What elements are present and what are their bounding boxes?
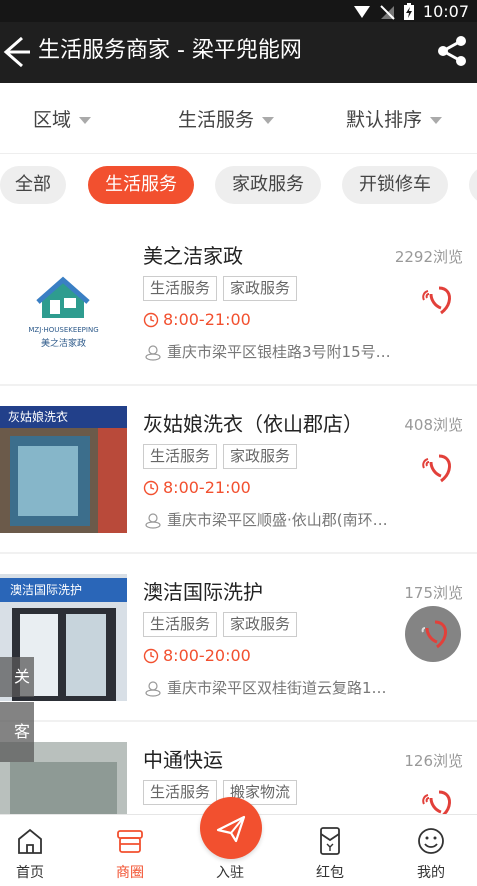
address-text: 重庆市梁平区银桂路3号附15号… (167, 343, 391, 361)
merchant-name: 灰姑娘洗衣（依山郡店） (143, 412, 363, 436)
home-icon (18, 828, 42, 854)
address-text: 重庆市梁平区顺盛·依山郡(南环… (167, 511, 388, 529)
battery-icon (403, 2, 414, 20)
business-hours: 8:00-21:00 (143, 478, 251, 497)
view-count: 408浏览 (404, 416, 463, 434)
tag: 生活服务 (143, 612, 218, 637)
clock-icon (143, 480, 159, 495)
clock-icon (143, 648, 159, 663)
hours-text: 8:00-21:00 (163, 478, 251, 497)
filter-category-label: 生活服务 (178, 109, 255, 131)
merchant-logo: MZJ·HOUSEKEEPING 美之洁家政 (0, 238, 127, 365)
location-icon (145, 512, 161, 529)
shop-sign: 灰姑娘洗衣 (0, 406, 127, 428)
view-count: 175浏览 (404, 584, 463, 602)
send-icon (216, 815, 246, 843)
filter-sort[interactable]: 默认排序 (346, 105, 443, 132)
filter-category[interactable]: 生活服务 (178, 105, 275, 132)
merchant-photo: 灰姑娘洗衣 (0, 406, 127, 533)
tag: 生活服务 (143, 276, 218, 301)
wifi-icon (353, 5, 370, 18)
chip-more[interactable] (469, 166, 477, 204)
chip-life-service[interactable]: 生活服务 (88, 166, 194, 204)
list-item[interactable]: 灰姑娘洗衣 灰姑娘洗衣（依山郡店） 408浏览 生活服务 家政服务 8:00-2… (0, 386, 477, 554)
business-hours: 8:00-21:00 (143, 310, 251, 329)
caret-down-icon (262, 116, 275, 124)
store-icon (117, 830, 143, 853)
business-hours: 8:00-20:00 (143, 646, 251, 665)
merchant-name: 美之洁家政 (143, 244, 243, 268)
tag: 家政服务 (223, 612, 298, 637)
tag: 家政服务 (223, 276, 298, 301)
shop-sign: 澳洁国际洗护 (0, 578, 127, 602)
tab-red-packet[interactable]: 红包 (290, 815, 370, 886)
merchant-name: 澳洁国际洗护 (143, 580, 263, 604)
clock-icon (143, 312, 159, 327)
caret-down-icon (79, 116, 92, 124)
tag: 生活服务 (143, 444, 218, 469)
smile-icon (418, 828, 444, 854)
address: 重庆市梁平区双桂街道云复路1… (145, 677, 435, 698)
filter-area-label: 区域 (33, 109, 72, 131)
follow-button[interactable]: 关注 (0, 657, 34, 697)
caret-down-icon (430, 116, 443, 124)
tab-mine[interactable]: 我的 (391, 815, 471, 886)
tab-business-label: 商圈 (116, 865, 144, 881)
page-title: 生活服务商家 - 梁平兜能网 (38, 38, 302, 63)
phone-call-icon[interactable] (421, 280, 455, 320)
merchant-name: 中通快运 (143, 748, 223, 772)
chip-locksmith[interactable]: 开锁修车 (342, 166, 448, 204)
location-icon (145, 344, 161, 361)
address: 重庆市梁平区顺盛·依山郡(南环… (145, 509, 435, 530)
floating-call-button[interactable] (405, 606, 461, 662)
hours-text: 8:00-20:00 (163, 646, 251, 665)
address: 重庆市梁平区银桂路3号附15号… (145, 341, 435, 362)
phone-call-icon (421, 620, 447, 649)
tab-home-label: 首页 (16, 865, 44, 881)
join-fab-button[interactable] (200, 797, 262, 859)
category-chips: 全部 生活服务 家政服务 开锁修车 (0, 163, 477, 207)
hours-text: 8:00-21:00 (163, 310, 251, 329)
view-count: 2292浏览 (394, 248, 463, 266)
filter-sort-label: 默认排序 (346, 109, 423, 131)
chip-all[interactable]: 全部 (0, 166, 66, 204)
app-bar: 生活服务商家 - 梁平兜能网 (0, 22, 477, 83)
tab-home[interactable]: 首页 (0, 815, 70, 886)
tab-mine-label: 我的 (417, 865, 445, 881)
list-item[interactable]: MZJ·HOUSEKEEPING 美之洁家政 美之洁家政 2292浏览 生活服务… (0, 218, 477, 386)
address-text: 重庆市梁平区双桂街道云复路1… (167, 679, 387, 697)
tab-business[interactable]: 商圈 (90, 815, 170, 886)
location-icon (145, 680, 161, 697)
customer-service-button[interactable]: 客服 (0, 702, 34, 762)
tab-join-label: 入驻 (216, 865, 244, 881)
view-count: 126浏览 (404, 752, 463, 770)
tab-red-packet-label: 红包 (316, 865, 344, 881)
filter-bar: 区域 生活服务 默认排序 (0, 83, 477, 153)
tag: 家政服务 (223, 444, 298, 469)
red-packet-icon (320, 827, 340, 855)
share-icon[interactable] (435, 34, 469, 68)
signal-icon (380, 4, 395, 20)
logo-text-cn: 美之洁家政 (40, 339, 86, 349)
status-bar: 10:07 (0, 0, 477, 22)
chip-housekeeping[interactable]: 家政服务 (215, 166, 321, 204)
status-time: 10:07 (422, 2, 469, 21)
filter-area[interactable]: 区域 (33, 105, 92, 132)
divider (0, 153, 477, 154)
phone-call-icon[interactable] (421, 448, 455, 488)
back-arrow-icon[interactable] (0, 30, 30, 74)
logo-text-en: MZJ·HOUSEKEEPING (28, 326, 99, 334)
